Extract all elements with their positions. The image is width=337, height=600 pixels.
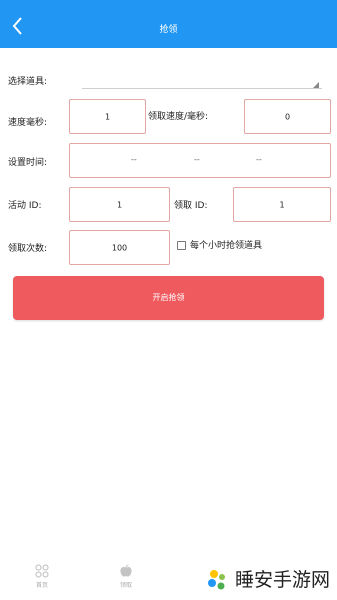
- set-time-label: 设置时间:: [8, 158, 48, 168]
- select-prop-label: 选择道具:: [8, 77, 48, 87]
- prop-select-underline: [82, 88, 322, 89]
- tab-home[interactable]: 首页: [22, 562, 62, 596]
- claim-id-input[interactable]: 1: [233, 187, 331, 222]
- apple-icon: [120, 564, 132, 577]
- claim-speed-input[interactable]: 0: [244, 99, 331, 134]
- hourly-checkbox-label: 每个小时抢领道具: [190, 241, 263, 251]
- claim-count-value: 100: [111, 243, 128, 252]
- page-title: 抢领: [159, 25, 178, 35]
- speed-ms-input[interactable]: 1: [69, 99, 146, 134]
- activity-id-label: 活动 ID:: [8, 201, 42, 211]
- grid-icon: [35, 564, 49, 578]
- site-watermark: 睡安手游网: [205, 566, 337, 596]
- activity-id-input[interactable]: 1: [69, 187, 170, 222]
- dropdown-caret-icon[interactable]: [313, 82, 319, 88]
- claim-speed-label: 领取速度/毫秒:: [148, 112, 209, 122]
- claim-id-value: 1: [279, 200, 285, 209]
- activity-id-value: 1: [116, 200, 123, 209]
- tab-home-label: 首页: [35, 582, 48, 589]
- hourly-checkbox[interactable]: [177, 241, 186, 250]
- tab-claim[interactable]: 领取: [106, 562, 146, 596]
- claim-id-label: 领取 ID:: [174, 201, 208, 211]
- tab-claim-label: 领取: [119, 582, 132, 589]
- watermark-logo-icon: [208, 570, 225, 590]
- time-dash-1: --: [131, 155, 137, 164]
- start-claim-button[interactable]: 开启抢领: [13, 276, 324, 320]
- claim-count-input[interactable]: 100: [69, 230, 170, 265]
- claim-count-label: 领取次数:: [8, 244, 48, 254]
- set-time-input[interactable]: [69, 143, 331, 178]
- time-dash-2: --: [194, 155, 200, 164]
- watermark-text: 睡安手游网: [235, 569, 331, 591]
- speed-ms-label: 速度毫秒:: [8, 118, 48, 128]
- speed-ms-value: 1: [104, 112, 111, 121]
- claim-speed-value: 0: [284, 112, 291, 121]
- time-dash-3: --: [256, 155, 262, 164]
- app-header: 抢领: [0, 0, 337, 48]
